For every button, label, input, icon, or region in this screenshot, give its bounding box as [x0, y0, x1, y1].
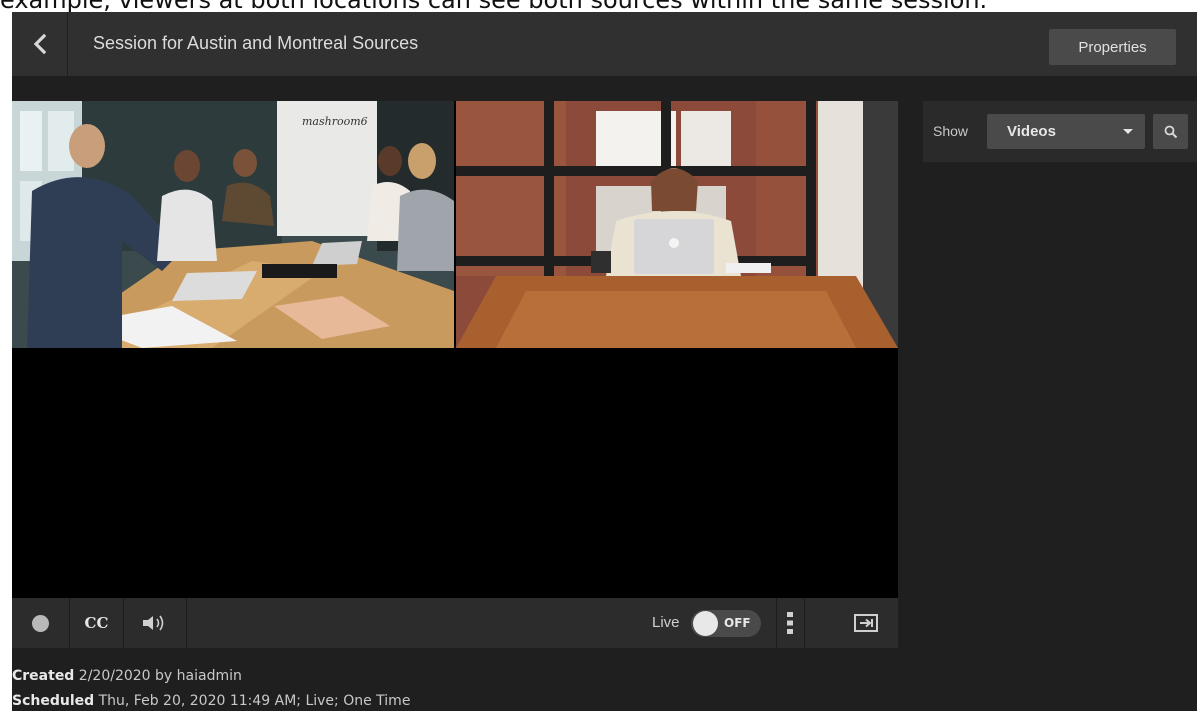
video-filter-panel: Show Videos	[923, 101, 1197, 162]
created-value: 2/20/2020 by haiadmin	[78, 668, 242, 684]
cc-label: CC	[84, 614, 109, 632]
record-dot-icon	[32, 614, 49, 632]
session-header: Session for Austin and Montreal Sources …	[12, 12, 1197, 76]
live-toggle[interactable]: OFF	[691, 610, 761, 637]
search-icon	[1164, 125, 1177, 138]
exit-fullscreen-button[interactable]	[845, 598, 887, 648]
video-frame-montreal	[456, 101, 898, 348]
properties-button[interactable]: Properties	[1049, 29, 1176, 65]
back-button[interactable]	[12, 12, 68, 76]
video-frame-austin: mashroom6	[12, 101, 454, 348]
closed-captions-button[interactable]: CC	[70, 598, 123, 648]
vertical-dots-icon	[787, 612, 793, 634]
session-title: Session for Austin and Montreal Sources	[93, 33, 419, 53]
chevron-left-icon	[33, 34, 46, 54]
show-label: Show	[933, 123, 969, 139]
video-tile-austin: mashroom6	[12, 101, 454, 348]
wall-sign: mashroom6	[302, 115, 368, 128]
scheduled-label: Scheduled	[12, 693, 95, 709]
toggle-state: OFF	[724, 616, 751, 630]
more-options-button[interactable]	[777, 598, 803, 648]
search-button[interactable]	[1153, 114, 1188, 149]
toggle-knob	[693, 611, 718, 636]
show-select[interactable]: Videos	[987, 114, 1145, 149]
player-controls: CC Live OFF	[12, 598, 898, 648]
scheduled-info: Scheduled Thu, Feb 20, 2020 11:49 AM; Li…	[12, 693, 410, 709]
caret-down-icon	[1123, 129, 1133, 134]
scheduled-value: Thu, Feb 20, 2020 11:49 AM; Live; One Ti…	[98, 693, 411, 709]
session-player-app: Session for Austin and Montreal Sources …	[12, 12, 1197, 711]
live-label: Live	[652, 614, 680, 631]
video-tile-montreal	[456, 101, 898, 348]
show-select-value: Videos	[1007, 123, 1056, 140]
volume-button[interactable]	[124, 598, 186, 648]
video-player[interactable]: mashroom6	[12, 101, 898, 598]
created-info: Created 2/20/2020 by haiadmin	[12, 668, 242, 684]
speaker-icon	[143, 615, 164, 631]
record-button[interactable]	[12, 598, 69, 648]
created-label: Created	[12, 668, 75, 684]
exit-fullscreen-icon	[854, 614, 878, 632]
